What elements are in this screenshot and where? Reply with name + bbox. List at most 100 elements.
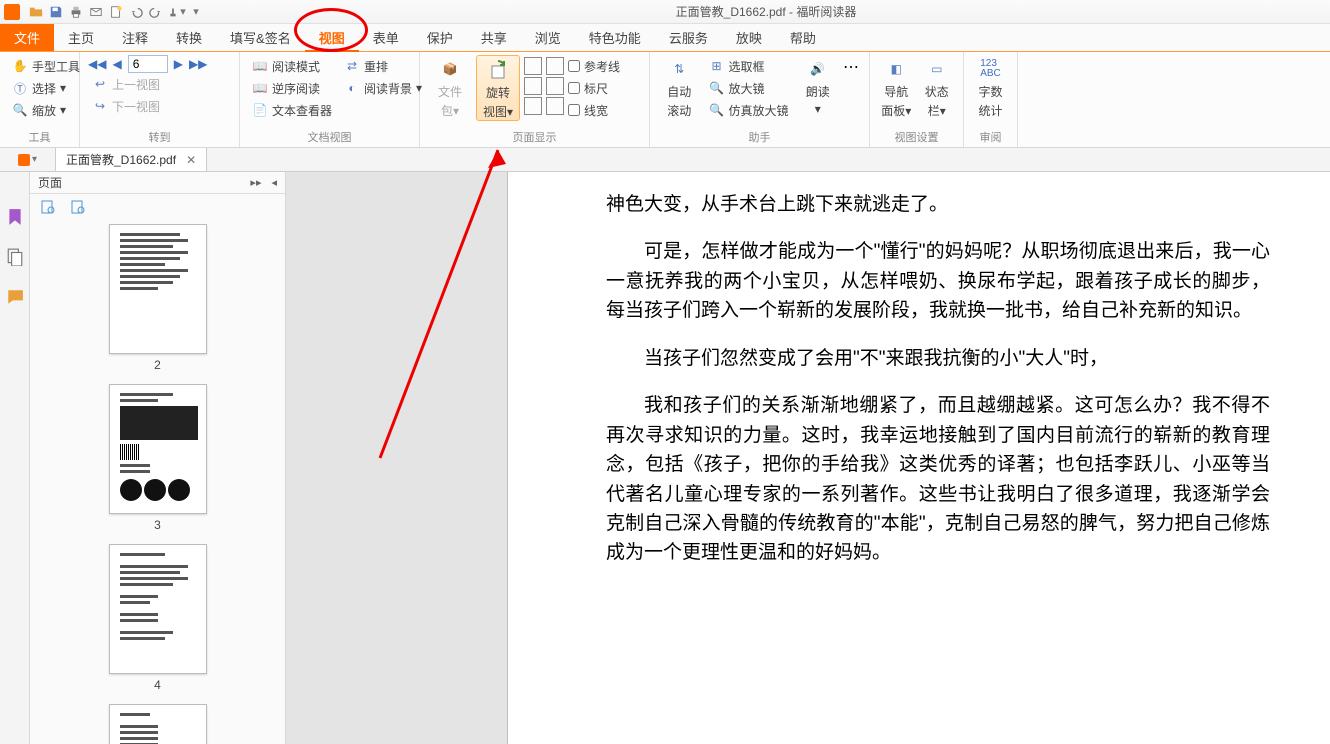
tab-form[interactable]: 表单 [359, 24, 413, 51]
linewidth-check[interactable]: 线宽 [568, 99, 620, 121]
read-mode-button[interactable]: 📖阅读模式 [248, 55, 336, 77]
group-review: 123ABC 字数 统计 审阅 [964, 52, 1018, 147]
zoom-label: 缩放 [32, 102, 56, 119]
tab-home[interactable]: 主页 [54, 24, 108, 51]
split-icon[interactable] [546, 97, 564, 115]
readaloud-drop: ▾ [815, 102, 821, 116]
tab-comment[interactable]: 注释 [108, 24, 162, 51]
thumb-item[interactable] [30, 704, 285, 744]
thumb-zoom-out-icon[interactable] [70, 199, 86, 215]
hand-tool-label: 手型工具 [32, 58, 80, 75]
read-mode-label: 阅读模式 [272, 58, 320, 75]
tab-screenshot[interactable]: 放映 [722, 24, 776, 51]
thumb-item[interactable]: 3 [30, 384, 285, 532]
qat-more-icon[interactable]: ▾ [186, 3, 206, 21]
book-icon: 📖 [252, 58, 268, 74]
tab-file[interactable]: 文件 [0, 24, 54, 51]
close-tab-icon[interactable]: ✕ [186, 153, 196, 167]
thumb-item[interactable]: 2 [30, 224, 285, 372]
wordcount-button[interactable]: 123ABC 字数 统计 [972, 55, 1009, 119]
document-tab-label: 正面管教_D1662.pdf [66, 151, 176, 168]
tab-browse[interactable]: 浏览 [521, 24, 575, 51]
scale-check[interactable]: 标尺 [568, 77, 620, 99]
qat-email-icon[interactable] [86, 3, 106, 21]
prev-view-button[interactable]: ↩上一视图 [88, 73, 231, 95]
qat-open-icon[interactable] [26, 3, 46, 21]
ruler-check[interactable]: 参考线 [568, 55, 620, 77]
autoscroll-l2: 滚动 [667, 102, 691, 119]
next-view-button[interactable]: ↪下一视图 [88, 95, 231, 117]
group-tools: ✋手型工具 Ⓣ选择 ▾ 🔍缩放 ▾ 工具 [0, 52, 80, 147]
thumb-list[interactable]: 2 3 4 [30, 220, 285, 744]
qat-undo-icon[interactable] [126, 3, 146, 21]
tab-share[interactable]: 共享 [467, 24, 521, 51]
statusbar-l2: 栏▾ [928, 102, 946, 119]
rail-pages-icon[interactable] [6, 248, 24, 266]
tab-view[interactable]: 视图 [305, 24, 359, 51]
navpane-l2: 面板▾ [881, 102, 911, 119]
file-pkg-l1: 文件 [438, 83, 462, 100]
text-viewer-label: 文本查看器 [272, 102, 332, 119]
thumb-zoom-in-icon[interactable] [40, 199, 56, 215]
next-page-icon[interactable]: ▶ [174, 57, 183, 71]
prev-page-icon[interactable]: ◀ [112, 57, 121, 71]
tab-convert[interactable]: 转换 [162, 24, 216, 51]
assist-extra-icon[interactable]: ⋯ [843, 57, 861, 75]
text-viewer-button[interactable]: 📄文本查看器 [248, 99, 336, 121]
autoscroll-l1: 自动 [667, 83, 691, 100]
qat-new-icon[interactable] [106, 3, 126, 21]
readaloud-button[interactable]: 🔊 朗读 ▾ [797, 55, 839, 116]
zoom-button[interactable]: 🔍缩放 ▾ [8, 99, 84, 121]
thumb-preview [109, 544, 207, 674]
continuous-icon[interactable] [524, 77, 542, 95]
reverse-read-button[interactable]: 📖逆序阅读 [248, 77, 336, 99]
select-button[interactable]: Ⓣ选择 ▾ [8, 77, 84, 99]
read-bg-button[interactable]: ◐阅读背景 ▾ [340, 77, 426, 99]
magnifier-button[interactable]: 🔍放大镜 [704, 77, 792, 99]
statusbar-button[interactable]: ▭ 状态 栏▾ [919, 55, 956, 119]
tab-special[interactable]: 特色功能 [575, 24, 655, 51]
qat-save-icon[interactable] [46, 3, 66, 21]
facing-icon[interactable] [524, 97, 542, 115]
two-page-icon[interactable] [546, 57, 564, 75]
marquee-icon: ⊞ [708, 58, 724, 74]
first-page-icon[interactable]: ◀◀ [88, 57, 106, 71]
reflow-button[interactable]: ⇄重排 [340, 55, 426, 77]
readaloud-label: 朗读 [806, 83, 830, 100]
autoscroll-button[interactable]: ⇅ 自动 滚动 [658, 55, 700, 119]
group-viewset: ◧ 导航 面板▾ ▭ 状态 栏▾ 视图设置 [870, 52, 964, 147]
qat-stamp-icon[interactable]: ▾ [166, 3, 186, 21]
panel-collapse-icon[interactable]: ◂ [271, 176, 277, 189]
cover-icon[interactable] [546, 77, 564, 95]
rotate-l1: 旋转 [486, 84, 510, 101]
hand-tool-button[interactable]: ✋手型工具 [8, 55, 84, 77]
document-tabs: ▾ 正面管教_D1662.pdf ✕ [0, 148, 1330, 172]
rail-bookmark-icon[interactable] [6, 208, 24, 226]
panel-menu-icon[interactable]: ▸▸ [250, 176, 261, 189]
file-pkg-button[interactable]: 📦 文件 包▾ [428, 55, 472, 119]
prev-view-icon: ↩ [92, 76, 108, 92]
navpane-button[interactable]: ◧ 导航 面板▾ [878, 55, 915, 119]
thumb-tools [30, 194, 285, 220]
thumb-item[interactable]: 4 [30, 544, 285, 692]
imitate-mag-button[interactable]: 🔍仿真放大镜 [704, 99, 792, 121]
wordcount-l1: 字数 [978, 83, 1002, 100]
rail-comments-icon[interactable] [6, 288, 24, 306]
rotate-view-button[interactable]: 旋转 视图▾ [476, 55, 520, 121]
single-page-icon[interactable] [524, 57, 542, 75]
page-number-input[interactable] [128, 55, 168, 73]
linewidth-label: 线宽 [584, 102, 608, 119]
document-tab[interactable]: 正面管教_D1662.pdf ✕ [56, 148, 207, 171]
doctab-start[interactable]: ▾ [0, 148, 56, 171]
document-viewport[interactable]: 神色大变，从手术台上跳下来就逃走了。 可是，怎样做才能成为一个"懂行"的妈妈呢？… [286, 172, 1330, 744]
last-page-icon[interactable]: ▶▶ [189, 57, 207, 71]
tab-cloud[interactable]: 云服务 [655, 24, 722, 51]
tab-protect[interactable]: 保护 [413, 24, 467, 51]
tab-help[interactable]: 帮助 [776, 24, 830, 51]
tab-fillsign[interactable]: 填写&签名 [216, 24, 305, 51]
marquee-button[interactable]: ⊞选取框 [704, 55, 792, 77]
qat-redo-icon[interactable] [146, 3, 166, 21]
qat-print-icon[interactable] [66, 3, 86, 21]
group-tools-title: 工具 [8, 127, 71, 145]
read-bg-label: 阅读背景 [364, 80, 412, 97]
